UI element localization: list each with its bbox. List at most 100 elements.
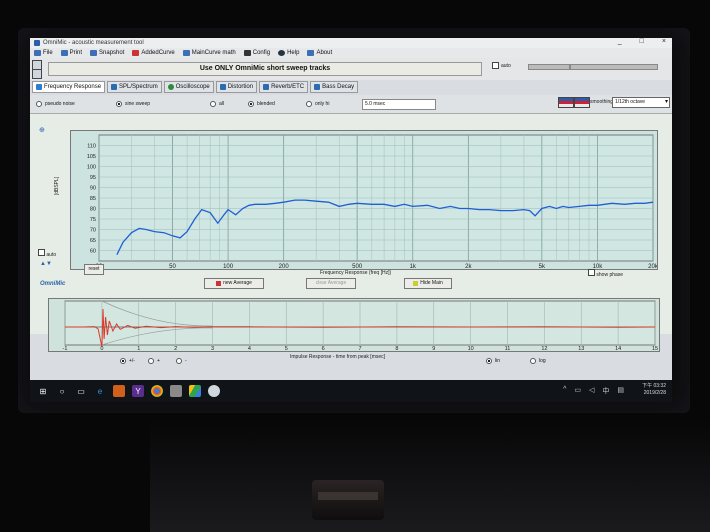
menu-about[interactable]: About — [307, 50, 332, 56]
auto-scale-checkbox[interactable]: auto — [38, 249, 56, 258]
tab-bass-decay[interactable]: Bass Decay — [310, 81, 359, 93]
task-view-icon[interactable]: ▭ — [75, 385, 87, 397]
bass-decay-icon — [314, 84, 321, 90]
radio-label: pseudo noise — [45, 101, 75, 107]
y-tick-label: 65 — [90, 238, 96, 244]
info-icon — [307, 50, 315, 56]
tab-label: Reverb/ETC — [271, 84, 305, 90]
x-axis-label: Frequency Response (freq [Hz]) — [320, 270, 392, 276]
windows-start-icon[interactable]: ⊞ — [37, 385, 49, 397]
monitor-stand — [312, 480, 384, 520]
radio-label: + — [157, 358, 160, 364]
flag-icon-2[interactable] — [574, 97, 590, 108]
gate-all-radio[interactable]: all — [210, 101, 224, 107]
window-title: OmniMic - acoustic measurement tool — [43, 40, 144, 46]
menu-help-label: Help — [287, 50, 300, 56]
flag-icon-1[interactable] — [558, 97, 574, 108]
tab-label: Frequency Response — [44, 84, 102, 90]
radio-dot — [36, 101, 42, 107]
top-toolbar: Use ONLY OmniMic short sweep tracks auto — [30, 58, 672, 80]
y-tick-label: 60 — [90, 249, 96, 255]
tab-oscilloscope[interactable]: Oscilloscope — [163, 81, 214, 93]
pseudo-noise-radio[interactable]: pseudo noise — [36, 101, 75, 107]
scale-lin-radio[interactable]: lin — [486, 358, 500, 364]
polarity-negative-radio[interactable]: - — [176, 358, 187, 364]
reset-button[interactable]: reset — [84, 264, 104, 275]
tab-reverb-etc[interactable]: Reverb/ETC — [259, 81, 309, 93]
menu-addedcurve[interactable]: AddedCurve — [132, 50, 175, 56]
frequency-response-chart[interactable]: 20501002005001k2k5k10k20k606570758085909… — [70, 130, 658, 270]
ir-x-tick-label: 5 — [285, 346, 288, 352]
auto-scale-label: auto — [46, 252, 57, 258]
scale-log-radio[interactable]: log — [530, 358, 546, 364]
gate-only-hi-radio[interactable]: only hi — [306, 101, 329, 107]
windows-taskbar: ⊞ ○ ▭ e Y ^ ▭ ◁ 中 ▤ 下午 03:32 2019/2/28 — [30, 380, 672, 402]
app-icon[interactable] — [170, 385, 182, 397]
clock[interactable]: 下午 03:32 2019/2/28 — [642, 383, 666, 397]
gate-blended-radio[interactable]: blended — [248, 101, 275, 107]
notification-icon[interactable]: ▤ — [617, 386, 624, 396]
minimize-button[interactable]: _ — [618, 38, 622, 45]
tab-distortion[interactable]: Distortion — [215, 81, 258, 93]
search-icon[interactable]: ○ — [56, 385, 68, 397]
menu-help[interactable]: Help — [278, 50, 299, 56]
ir-x-tick-label: -1 — [63, 346, 68, 352]
ir-x-tick-label: 15 — [652, 346, 658, 352]
menu-snapshot-label: Snapshot — [99, 50, 125, 56]
chrome-icon[interactable] — [151, 385, 163, 397]
tab-frequency-response[interactable]: Frequency Response — [32, 81, 106, 93]
ir-x-tick-label: 2 — [174, 346, 177, 352]
radio-dot — [176, 358, 182, 364]
menu-snapshot[interactable]: Snapshot — [90, 50, 124, 56]
close-button[interactable]: × — [662, 38, 666, 45]
auto-checkbox-box — [492, 62, 499, 69]
tab-label: Oscilloscope — [175, 84, 210, 90]
menu-maincurve[interactable]: MainCurve math — [182, 50, 236, 56]
auto-checkbox[interactable]: auto — [492, 62, 511, 69]
menu-print[interactable]: Print — [60, 50, 82, 56]
hide-main-button[interactable]: Hide Main — [404, 278, 452, 289]
math-icon — [182, 50, 190, 56]
new-average-button[interactable]: new Average — [204, 278, 264, 289]
stop-toggle[interactable] — [32, 69, 42, 79]
radio-label: blended — [257, 101, 275, 107]
radio-label: all — [219, 101, 225, 107]
auto-scale-box — [38, 249, 45, 256]
menu-config[interactable]: Config — [243, 50, 271, 56]
ime-icon[interactable]: 中 — [602, 386, 609, 396]
zoom-icon[interactable]: ⊕ — [39, 126, 45, 134]
show-phase-checkbox[interactable]: show phase — [588, 269, 623, 278]
tab-spl-spectrum[interactable]: SPL/Spectrum — [107, 81, 162, 93]
radio-label: sine sweep — [125, 101, 151, 107]
radio-dot — [148, 358, 154, 364]
sweep-notice: Use ONLY OmniMic short sweep tracks — [48, 62, 482, 76]
office-icon[interactable] — [113, 385, 125, 397]
menu-config-label: Config — [252, 50, 271, 56]
yahoo-icon[interactable]: Y — [132, 385, 144, 397]
gate-time-field[interactable]: 5.0 msec — [362, 99, 436, 110]
y-tick-label: 105 — [87, 154, 96, 160]
ir-x-tick-label: 12 — [541, 346, 547, 352]
impulse-response-chart[interactable]: -1 0 1 2 3 4 5 6 7 8 9 10 11 12 13 14 15 — [48, 298, 660, 352]
smoothing-select[interactable]: 1/12th octave — [612, 97, 670, 108]
sine-sweep-radio[interactable]: sine sweep — [116, 101, 150, 107]
ir-x-tick-label: 7 — [358, 346, 361, 352]
volume-icon[interactable]: ◁ — [589, 386, 594, 396]
radio-dot — [306, 101, 312, 107]
chevron-up-icon[interactable]: ^ — [563, 386, 566, 396]
hide-icon — [413, 281, 419, 286]
system-tray: ^ ▭ ◁ 中 ▤ — [563, 386, 624, 396]
tools-icon — [243, 50, 251, 56]
clear-average-button[interactable]: clear Average — [306, 278, 356, 289]
x-tick-label: 5k — [539, 264, 546, 270]
drive-icon[interactable] — [189, 385, 201, 397]
media-icon[interactable] — [208, 385, 220, 397]
scroll-arrows-icon[interactable]: ▲▼ — [40, 261, 52, 267]
menu-file[interactable]: File — [34, 50, 53, 56]
maximize-button[interactable]: □ — [640, 38, 644, 45]
polarity-positive-radio[interactable]: + — [148, 358, 160, 364]
camera-icon — [90, 50, 98, 56]
network-icon[interactable]: ▭ — [574, 386, 581, 396]
edge-icon[interactable]: e — [94, 385, 106, 397]
polarity-both-radio[interactable]: +/- — [120, 358, 135, 364]
